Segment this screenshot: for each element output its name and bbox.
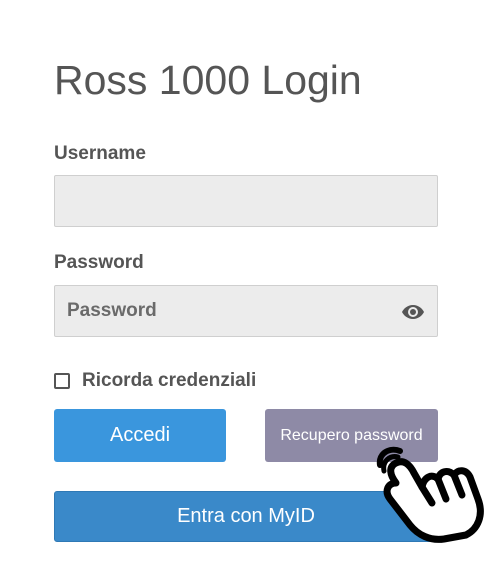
password-label: Password: [54, 252, 144, 273]
username-field-container: [54, 175, 438, 227]
login-page: Ross 1000 Login Username Password Ricord…: [0, 0, 497, 569]
myid-login-button[interactable]: Entra con MyID: [54, 491, 438, 542]
username-label: Username: [54, 143, 146, 164]
remember-label: Ricorda credenziali: [82, 370, 257, 391]
recupero-password-button[interactable]: Recupero password: [265, 409, 438, 462]
password-field-container: [54, 285, 438, 337]
remember-credentials: Ricorda credenziali: [54, 370, 256, 392]
remember-checkbox[interactable]: [54, 373, 70, 389]
eye-icon[interactable]: [401, 300, 425, 324]
password-field[interactable]: [55, 286, 437, 336]
accedi-button[interactable]: Accedi: [54, 409, 226, 462]
username-field[interactable]: [55, 176, 437, 226]
page-title: Ross 1000 Login: [54, 57, 362, 103]
